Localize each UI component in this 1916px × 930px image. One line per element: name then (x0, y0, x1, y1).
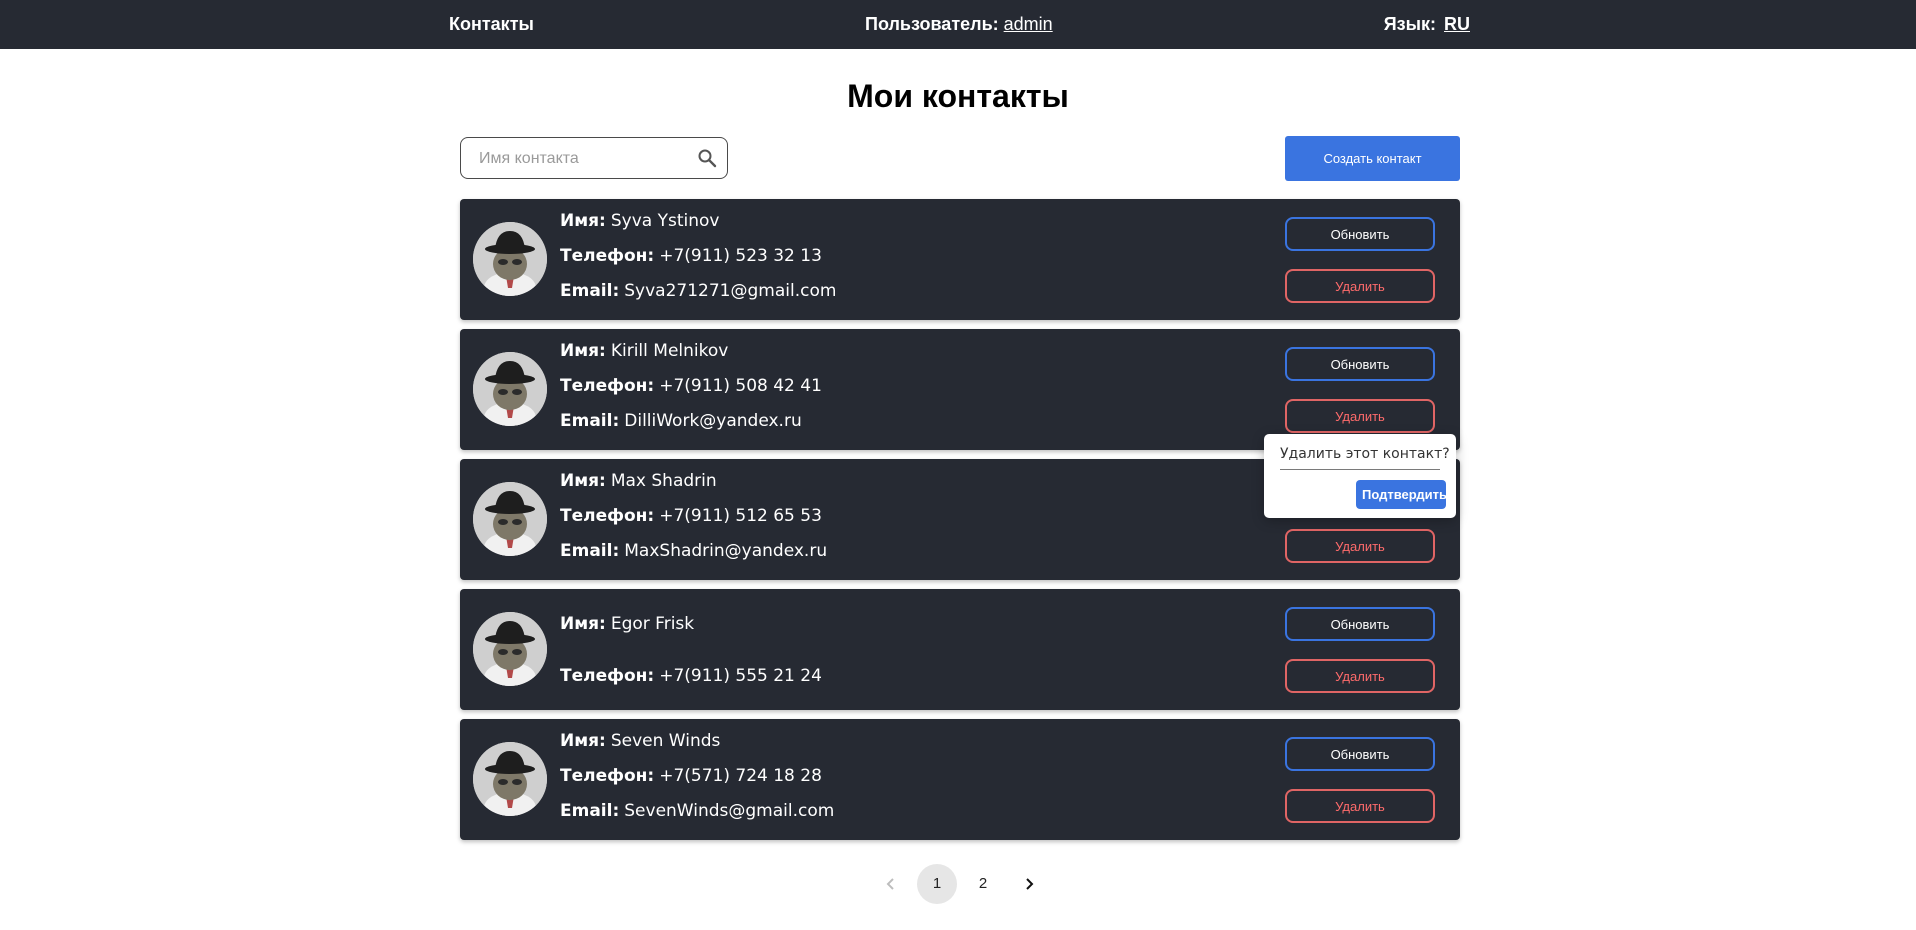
contact-email-label: Email: (560, 281, 620, 301)
language-switch-link[interactable]: RU (1444, 14, 1470, 34)
delete-contact-button[interactable]: Удалить (1285, 789, 1435, 823)
delete-contact-button[interactable]: Удалить (1285, 269, 1435, 303)
contact-card: Имя: Kirill Melnikov Телефон: +7(911) 508 4… (460, 329, 1460, 450)
search-box (460, 137, 728, 180)
update-contact-button[interactable]: Обновить (1285, 217, 1435, 251)
contact-phone-label: Телефон: (560, 246, 655, 266)
contact-name-value: Seven Winds (610, 731, 721, 751)
contact-phone-label: Телефон: (560, 766, 655, 786)
contact-card: Имя: Seven Winds Телефон: +7(571) 724 18 28… (460, 719, 1460, 840)
contact-email: Email: Syva271271@gmail.com (560, 281, 836, 301)
delete-contact-button[interactable]: Удалить (1285, 529, 1435, 563)
contact-phone: Телефон: +7(911) 512 65 53 (560, 506, 822, 526)
avatar (473, 482, 547, 556)
contact-email: Email: SevenWinds@gmail.com (560, 801, 834, 821)
next-page-icon[interactable] (1009, 864, 1049, 904)
contact-phone-label: Телефон: (560, 506, 655, 526)
contact-email: Email: DilliWork@yandex.ru (560, 411, 802, 431)
contact-phone-value: +7(911) 512 65 53 (659, 506, 822, 526)
language-label: Язык: (1383, 14, 1436, 34)
contact-name: Имя: Syva Ystinov (560, 211, 719, 231)
contact-name-value: Egor Frisk (610, 614, 695, 634)
contact-name-value: Syva Ystinov (610, 211, 720, 231)
contact-phone-label: Телефон: (560, 376, 655, 396)
contact-email-value: SevenWinds@gmail.com (624, 801, 835, 821)
top-navbar: Контакты Пользователь: admin Язык: RU (0, 0, 1916, 49)
contact-email-label: Email: (560, 411, 620, 431)
contact-phone: Телефон: +7(911) 508 42 41 (560, 376, 822, 396)
contact-name-label: Имя: (560, 211, 606, 231)
contact-phone-value: +7(911) 508 42 41 (659, 376, 822, 396)
contact-card: Имя: Egor Frisk Телефон: +7(911) 555 21 24 О… (460, 589, 1460, 710)
delete-confirm-message: Удалить этот контакт? (1280, 446, 1450, 470)
contact-phone-value: +7(911) 555 21 24 (659, 666, 822, 686)
confirm-delete-button[interactable]: Подтвердить (1356, 480, 1447, 509)
avatar (473, 352, 547, 426)
nav-brand[interactable]: Контакты (449, 14, 534, 35)
contact-phone-value: +7(571) 724 18 28 (659, 766, 822, 786)
contact-card: Имя: Syva Ystinov Телефон: +7(911) 523 32 1… (460, 199, 1460, 320)
contact-name-label: Имя: (560, 614, 606, 634)
contact-email-label: Email: (560, 541, 620, 561)
user-name-link[interactable]: admin (1004, 14, 1053, 34)
search-icon[interactable] (697, 148, 717, 168)
pagination: 1 2 (0, 864, 1916, 904)
contact-name-label: Имя: (560, 471, 606, 491)
search-input[interactable] (477, 138, 691, 180)
prev-page-icon[interactable] (871, 864, 911, 904)
delete-contact-button[interactable]: Удалить (1285, 399, 1435, 433)
nav-user: Пользователь: admin (865, 14, 1053, 35)
page-title: Мои контакты (847, 78, 1069, 114)
contact-phone-label: Телефон: (560, 666, 655, 686)
update-contact-button[interactable]: Обновить (1285, 347, 1435, 381)
contact-phone: Телефон: +7(911) 555 21 24 (560, 666, 822, 686)
delete-contact-button[interactable]: Удалить (1285, 659, 1435, 693)
contact-phone: Телефон: +7(571) 724 18 28 (560, 766, 822, 786)
contact-name-value: Kirill Melnikov (610, 341, 729, 361)
contact-name: Имя: Egor Frisk (560, 614, 694, 634)
page-2-button[interactable]: 2 (963, 864, 1003, 904)
avatar (473, 222, 547, 296)
user-label: Пользователь: (865, 14, 999, 34)
contact-name: Имя: Seven Winds (560, 731, 720, 751)
contact-name: Имя: Max Shadrin (560, 471, 717, 491)
contact-phone: Телефон: +7(911) 523 32 13 (560, 246, 822, 266)
nav-language: Язык: RU (1384, 14, 1470, 35)
contact-phone-value: +7(911) 523 32 13 (659, 246, 822, 266)
avatar (473, 612, 547, 686)
contact-email-value: MaxShadrin@yandex.ru (624, 541, 828, 561)
contact-name-label: Имя: (560, 731, 606, 751)
update-contact-button[interactable]: Обновить (1285, 737, 1435, 771)
contact-name-label: Имя: (560, 341, 606, 361)
contact-name-value: Max Shadrin (610, 471, 717, 491)
page-1-button[interactable]: 1 (917, 864, 957, 904)
create-contact-button[interactable]: Создать контакт (1285, 136, 1460, 181)
contact-name: Имя: Kirill Melnikov (560, 341, 728, 361)
contact-email-value: DilliWork@yandex.ru (624, 411, 802, 431)
contact-email: Email: MaxShadrin@yandex.ru (560, 541, 827, 561)
update-contact-button[interactable]: Обновить (1285, 607, 1435, 641)
contact-email-value: Syva271271@gmail.com (624, 281, 837, 301)
delete-confirm-popover: Удалить этот контакт? Подтвердить (1264, 434, 1456, 518)
avatar (473, 742, 547, 816)
contact-email-label: Email: (560, 801, 620, 821)
